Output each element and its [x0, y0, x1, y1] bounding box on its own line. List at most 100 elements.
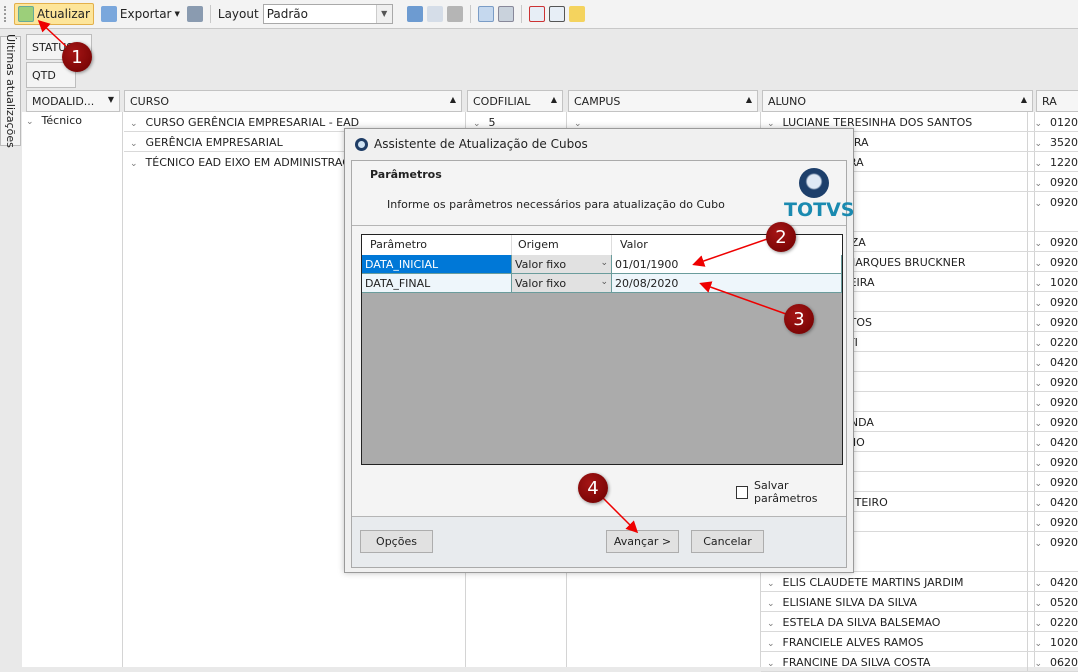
valor-input[interactable]: 20/08/2020 — [612, 274, 842, 293]
chevron-down-icon[interactable]: ⌄ — [1034, 419, 1042, 429]
table-row[interactable]: ⌄ ELIS CLAUDETE MARTINS JARDIM ⌄ 0420 — [761, 572, 1078, 592]
chevron-down-icon[interactable]: ⌄ — [1034, 439, 1042, 449]
dialog-title-bar[interactable]: Assistente de Atualização de Cubos — [345, 129, 853, 159]
group-label: Técnico — [41, 114, 83, 127]
layout-select[interactable]: Padrão ▼ — [262, 4, 393, 24]
toolbar-grip[interactable] — [4, 6, 7, 22]
cancel-button[interactable]: Cancelar — [691, 530, 764, 553]
chevron-down-icon[interactable]: ⌄ — [1034, 479, 1042, 489]
valor-input[interactable]: 01/01/1900 — [612, 255, 842, 274]
lightning-icon[interactable] — [568, 6, 585, 22]
chevron-down-icon[interactable]: ⌄ — [1034, 239, 1042, 249]
ra-cell: ⌄ 0420 — [1028, 492, 1078, 511]
chart-icon[interactable] — [528, 6, 545, 22]
chevron-down-icon[interactable]: ⌄ — [767, 599, 775, 609]
chevron-down-icon[interactable]: ⌄ — [130, 139, 138, 149]
column-header-codfilial[interactable]: CODFILIAL ▲ — [467, 90, 563, 112]
origem-select[interactable]: Valor fixo ⌄ — [512, 274, 612, 293]
chevron-down-icon[interactable]: ⌄ — [1034, 659, 1042, 669]
refresh-label: Atualizar — [37, 7, 90, 21]
chevron-down-icon[interactable]: ⌄ — [1034, 199, 1042, 209]
ra-value: 0920 — [1050, 296, 1078, 309]
curso-label: GERÊNCIA EMPRESARIAL — [145, 136, 283, 149]
chevron-down-icon[interactable]: ⌄ — [767, 639, 775, 649]
aluno-name: FRANCIELE ALVES RAMOS — [782, 636, 924, 649]
group-modalidade[interactable]: ⌄ Técnico — [26, 114, 82, 127]
chevron-down-icon[interactable]: ⌄ — [767, 619, 775, 629]
options-button[interactable]: Opções — [360, 530, 433, 553]
chevron-down-icon[interactable]: ⌄ — [1034, 339, 1042, 349]
chevron-down-icon[interactable]: ⌄ — [600, 277, 608, 289]
table-row[interactable]: ⌄ ESTELA DA SILVA BALSEMAO ⌄ 0220 — [761, 612, 1078, 632]
ra-cell: ⌄ 0920 — [1028, 292, 1078, 311]
ra-cell: ⌄ 0420 — [1028, 432, 1078, 451]
chevron-down-icon[interactable]: ⌄ — [1034, 519, 1042, 529]
chevron-down-icon[interactable]: ⌄ — [1034, 639, 1042, 649]
origem-select[interactable]: Valor fixo ⌄ — [512, 255, 612, 274]
parameter-name[interactable]: DATA_FINAL — [362, 274, 512, 293]
recent-updates-tab[interactable]: Últimas atualizações — [0, 34, 21, 148]
ra-cell: ⌄ 0920 — [1028, 392, 1078, 411]
table-row[interactable]: ⌄ FRANCIELE ALVES RAMOS ⌄ 1020 — [761, 632, 1078, 652]
ra-cell: ⌄ 0920 — [1028, 472, 1078, 491]
table-row[interactable]: ⌄ FRANCINE DA SILVA COSTA ⌄ 0620 — [761, 652, 1078, 672]
export-button[interactable]: Exportar ▼ — [98, 3, 183, 25]
grid-icon[interactable] — [477, 6, 494, 22]
chevron-down-icon[interactable]: ⌄ — [26, 117, 34, 127]
parameter-row[interactable]: DATA_FINAL Valor fixo ⌄ 20/08/2020 — [362, 274, 842, 293]
filter-down-icon[interactable]: ▼ — [108, 95, 114, 107]
sum-icon[interactable] — [548, 6, 565, 22]
save-params-label: Salvar parâmetros — [753, 479, 818, 505]
sort-up-icon[interactable]: ▲ — [551, 95, 557, 107]
chevron-down-icon[interactable]: ⌄ — [1034, 399, 1042, 409]
next-button[interactable]: Avançar > — [606, 530, 679, 553]
column-header-campus[interactable]: CAMPUS ▲ — [568, 90, 758, 112]
parameter-name[interactable]: DATA_INICIAL — [362, 255, 512, 274]
column-header-modalidade[interactable]: MODALID... ▼ — [26, 90, 120, 112]
copy-layout-icon[interactable] — [426, 6, 443, 22]
chevron-down-icon[interactable]: ⌄ — [1034, 299, 1042, 309]
sort-up-icon[interactable]: ▲ — [1021, 95, 1027, 107]
chevron-down-icon[interactable]: ⌄ — [767, 579, 775, 589]
ra-value: 0920 — [1050, 236, 1078, 249]
chevron-down-icon[interactable]: ⌄ — [1034, 579, 1042, 589]
checkbox[interactable] — [736, 485, 748, 499]
chevron-down-icon[interactable]: ⌄ — [1034, 499, 1042, 509]
chevron-down-icon[interactable]: ⌄ — [1034, 139, 1042, 149]
ra-value: 0920 — [1050, 516, 1078, 529]
chevron-down-icon[interactable]: ⌄ — [1034, 259, 1042, 269]
ra-value: 0420 — [1050, 496, 1078, 509]
chevron-down-icon[interactable]: ⌄ — [1034, 359, 1042, 369]
chevron-down-icon[interactable]: ⌄ — [130, 119, 138, 129]
chevron-down-icon[interactable]: ⌄ — [1034, 319, 1042, 329]
column-header-aluno[interactable]: ALUNO ▲ — [762, 90, 1033, 112]
table-row[interactable]: ⌄ ELISIANE SILVA DA SILVA ⌄ 0520 — [761, 592, 1078, 612]
chevron-down-icon[interactable]: ⌄ — [1034, 279, 1042, 289]
chevron-down-icon[interactable]: ⌄ — [1034, 159, 1042, 169]
chevron-down-icon[interactable]: ⌄ — [1034, 599, 1042, 609]
annotation-badge: 2 — [766, 222, 796, 252]
chevron-down-icon[interactable]: ⌄ — [1034, 539, 1042, 549]
sort-up-icon[interactable]: ▲ — [450, 95, 456, 107]
save-params-checkbox[interactable]: Salvar parâmetros — [736, 479, 846, 505]
save-layout-icon[interactable] — [406, 6, 423, 22]
sort-up-icon[interactable]: ▲ — [746, 95, 752, 107]
refresh-button[interactable]: Atualizar — [14, 3, 94, 25]
chevron-down-icon[interactable]: ⌄ — [600, 258, 608, 270]
column-header-ra[interactable]: RA — [1036, 90, 1078, 112]
chevron-down-icon[interactable]: ⌄ — [1034, 119, 1042, 129]
delete-layout-icon[interactable] — [446, 6, 463, 22]
print-icon[interactable] — [186, 6, 203, 22]
chevron-down-icon[interactable]: ⌄ — [767, 659, 775, 669]
ra-value: 3520 — [1050, 136, 1078, 149]
chevron-down-icon[interactable]: ▼ — [375, 5, 392, 23]
column-label: CAMPUS — [574, 95, 621, 108]
chevron-down-icon[interactable]: ⌄ — [1034, 379, 1042, 389]
chevron-down-icon[interactable]: ⌄ — [130, 159, 138, 169]
chevron-down-icon[interactable]: ⌄ — [1034, 619, 1042, 629]
chevron-down-icon[interactable]: ⌄ — [1034, 179, 1042, 189]
column-header-curso[interactable]: CURSO ▲ — [124, 90, 462, 112]
parameter-row[interactable]: DATA_INICIAL Valor fixo ⌄ 01/01/1900 — [362, 255, 842, 274]
chevron-down-icon[interactable]: ⌄ — [1034, 459, 1042, 469]
grid-settings-icon[interactable] — [497, 6, 514, 22]
